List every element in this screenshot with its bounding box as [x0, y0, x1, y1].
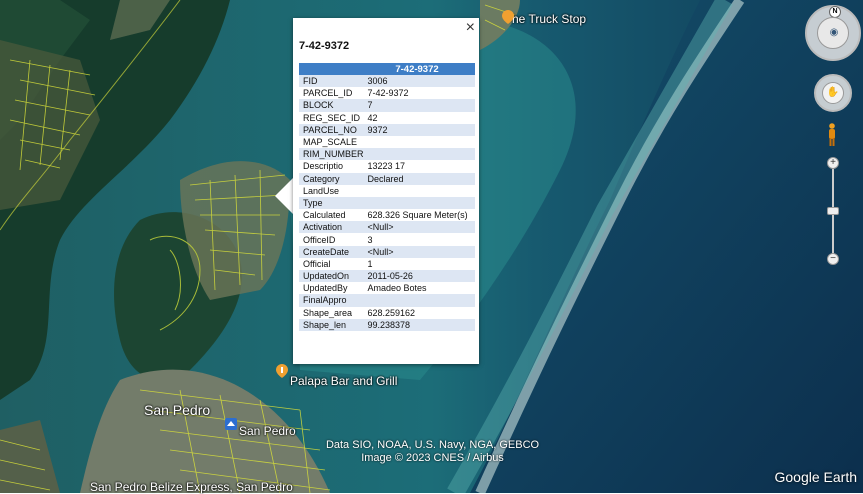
- popup-pointer: [275, 178, 293, 214]
- attribute-key: UpdatedOn: [299, 270, 364, 283]
- attribute-key: LandUse: [303, 185, 340, 196]
- zoom-in-button[interactable]: +: [827, 157, 839, 169]
- attribute-key: Descriptio: [303, 161, 344, 172]
- credits-line-2: Image © 2023 CNES / Airbus: [361, 452, 504, 464]
- attribute-key: Activation: [299, 221, 364, 234]
- zoom-slider-handle[interactable]: [827, 207, 839, 215]
- attribute-row: LandUse: [299, 185, 475, 197]
- attribute-row: REG_SEC_ID 42: [299, 112, 475, 124]
- attribute-key: PARCEL_NO: [299, 123, 364, 136]
- attribute-key: Shape_len: [299, 318, 364, 331]
- attribute-row: Descriptio 13223 17: [299, 160, 475, 172]
- pegman-icon[interactable]: [827, 123, 837, 147]
- attribute-value: [363, 196, 475, 210]
- attribute-value: 3006: [363, 75, 475, 88]
- popup-title: 7-42-9372: [299, 40, 350, 52]
- attribute-key: Category: [299, 172, 364, 185]
- attribute-table-header: 7-42-9372: [299, 63, 475, 75]
- attribute-key: FID: [299, 75, 364, 88]
- attribute-value: [364, 136, 475, 148]
- attribute-value: <Null>: [363, 221, 475, 234]
- attribute-row: CreateDate <Null>: [299, 245, 475, 258]
- attribute-row: OfficeID 3: [299, 233, 475, 245]
- attribute-value: 628.259162: [367, 307, 416, 318]
- attribute-key: REG_SEC_ID: [303, 112, 361, 123]
- place-label-san-pedro-town[interactable]: San Pedro: [144, 402, 210, 418]
- attribute-value: 42: [367, 112, 378, 123]
- attribute-value: 7-42-9372: [367, 88, 409, 99]
- zoom-out-button[interactable]: −: [827, 253, 839, 265]
- attribute-key: UpdatedBy: [303, 283, 348, 294]
- place-label-express[interactable]: San Pedro Belize Express, San Pedro: [90, 480, 293, 494]
- attribute-value: 2011-05-26: [363, 270, 475, 283]
- attribute-row: Shape_len 99.238378: [299, 318, 475, 331]
- attribute-value: Amadeo Botes: [367, 283, 427, 294]
- zoom-control[interactable]: + −: [827, 157, 839, 267]
- attribute-key: Calculated: [303, 210, 346, 221]
- place-label-san-pedro-airport[interactable]: San Pedro: [239, 424, 296, 438]
- attribute-row: Official 1: [299, 258, 475, 270]
- attribute-key: Shape_area: [303, 307, 353, 318]
- attribute-value: 99.238378: [363, 318, 475, 331]
- attribute-value: 13223 17: [367, 161, 406, 172]
- attribute-row: Calculated 628.326 Square Meter(s): [299, 209, 475, 221]
- attribute-key: OfficeID: [303, 234, 336, 245]
- parcel-info-popup: × 7-42-9372 7-42-9372 FID 3006 PARCEL_ID 7-…: [293, 18, 479, 364]
- close-icon[interactable]: ×: [466, 20, 475, 36]
- attribute-row: MAP_SCALE: [299, 136, 475, 148]
- attribute-value: 628.326 Square Meter(s): [367, 210, 468, 221]
- attribute-value: 9372: [363, 123, 475, 136]
- attribute-row: PARCEL_ID 7-42-9372: [299, 87, 475, 99]
- attribute-key: Official: [303, 258, 331, 269]
- restaurant-pin-icon[interactable]: [276, 364, 288, 378]
- attribute-value: 7: [363, 99, 475, 112]
- attribute-key: MAP_SCALE: [303, 137, 358, 148]
- compass-navigation[interactable]: N ◉: [805, 5, 861, 61]
- attribute-row: PARCEL_NO 9372: [299, 123, 475, 136]
- attribute-key: Type: [299, 196, 364, 210]
- place-label-palapa[interactable]: Palapa Bar and Grill: [290, 374, 397, 388]
- credits-line-1: Data SIO, NOAA, U.S. Navy, NGA, GEBCO: [325, 439, 540, 451]
- attribute-row: UpdatedOn 2011-05-26: [299, 270, 475, 283]
- attribute-row: Shape_area 628.259162: [299, 307, 475, 319]
- look-joystick[interactable]: ✋: [814, 74, 852, 112]
- attribute-key: RIM_NUMBER: [299, 148, 364, 161]
- attribute-row: RIM_NUMBER: [299, 148, 475, 161]
- attribute-value: [363, 294, 475, 307]
- attribute-key: CreateDate: [299, 245, 364, 258]
- eye-icon: ◉: [829, 27, 839, 38]
- attribute-key: PARCEL_ID: [303, 88, 353, 99]
- attribute-key: FinalAppro: [299, 294, 364, 307]
- attribute-row: UpdatedBy Amadeo Botes: [299, 282, 475, 294]
- attribute-key: BLOCK: [299, 99, 364, 112]
- attribute-value: 1: [367, 258, 373, 269]
- attribute-row: Type: [299, 196, 475, 210]
- imagery-credits: Data SIO, NOAA, U.S. Navy, NGA, GEBCO Im…: [300, 439, 565, 465]
- attribute-value: [363, 148, 475, 161]
- attribute-value: 3: [367, 234, 373, 245]
- attribute-row: Category Declared: [299, 172, 475, 185]
- attribute-table: 7-42-9372 FID 3006 PARCEL_ID 7-42-9372 BLOCK…: [299, 63, 475, 331]
- attribute-row: BLOCK 7: [299, 99, 475, 112]
- google-earth-logo: Google Earth: [774, 469, 858, 485]
- truck-stop-pin-icon[interactable]: [502, 10, 514, 24]
- attribute-row: FID 3006: [299, 75, 475, 88]
- hand-icon[interactable]: ✋: [822, 82, 844, 104]
- airport-pin-icon[interactable]: [225, 418, 237, 432]
- attribute-value: Declared: [363, 172, 475, 185]
- place-label-truck-stop[interactable]: he Truck Stop: [512, 12, 586, 26]
- attribute-value: [364, 185, 475, 197]
- attribute-value: <Null>: [363, 245, 475, 258]
- attribute-row: Activation <Null>: [299, 221, 475, 234]
- attribute-row: FinalAppro: [299, 294, 475, 307]
